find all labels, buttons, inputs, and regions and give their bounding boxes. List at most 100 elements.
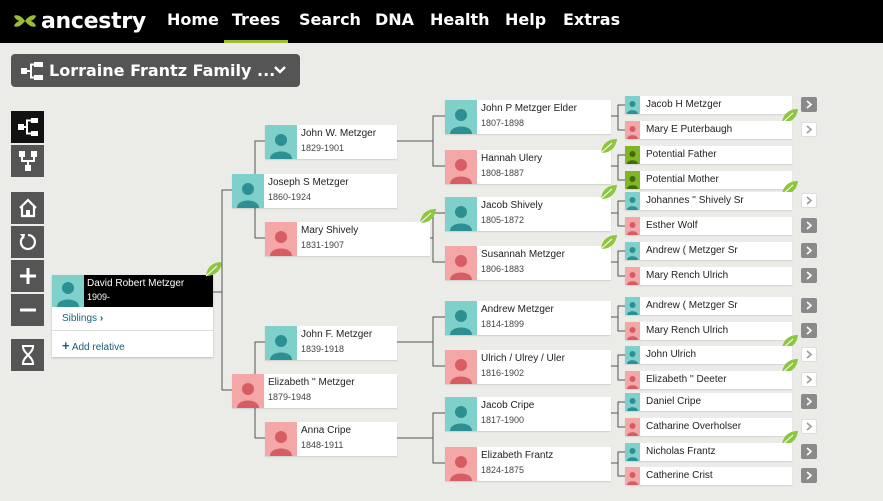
ancestor-name: Mary Rench Ulrich: [646, 270, 729, 281]
dna-button[interactable]: [11, 339, 44, 371]
nav-trees[interactable]: Trees: [224, 0, 288, 43]
family-view-button[interactable]: [11, 145, 44, 177]
person-card[interactable]: Elizabeth Frantz 1824-1875: [445, 447, 611, 481]
person-card[interactable]: Jacob Shively 1805-1872: [445, 197, 611, 231]
expand-arrow-button[interactable]: [801, 419, 817, 434]
nav-dna[interactable]: DNA: [375, 0, 414, 43]
ancestor-card[interactable]: Catherine Crist: [625, 467, 792, 485]
ancestor-card[interactable]: Andrew ( Metzger Sr: [625, 242, 792, 260]
female-silhouette-icon: [445, 150, 477, 184]
zoom-in-button[interactable]: [11, 260, 44, 292]
ancestor-card[interactable]: Catharine Overholser: [625, 418, 792, 436]
chevron-right-icon: [806, 326, 813, 335]
nav-extras[interactable]: Extras: [563, 0, 620, 43]
nav-help[interactable]: Help: [505, 0, 546, 43]
ancestry-logo[interactable]: ancestry: [12, 8, 146, 34]
ancestor-card[interactable]: Esther Wolf: [625, 217, 792, 235]
chevron-right-icon: [806, 350, 813, 359]
ancestor-card[interactable]: John Ulrich: [625, 346, 792, 364]
female-silhouette-icon: [445, 447, 477, 481]
expand-arrow-button[interactable]: [801, 323, 817, 338]
expand-arrow-button[interactable]: [801, 444, 817, 459]
chevron-right-icon: [806, 100, 813, 109]
female-silhouette-icon: [445, 246, 477, 280]
expand-arrow-button[interactable]: [801, 243, 817, 258]
person-card[interactable]: Hannah Ulery 1808-1887: [445, 150, 611, 184]
expand-arrow-button[interactable]: [801, 97, 817, 112]
person-card[interactable]: John F. Metzger 1839-1918: [265, 326, 397, 360]
male-silhouette-icon: [625, 393, 640, 411]
person-name: Andrew Metzger: [481, 304, 554, 315]
ancestor-name: Daniel Cripe: [646, 396, 702, 407]
person-dates: 1817-1900: [481, 415, 525, 425]
expand-arrow-button[interactable]: [801, 394, 817, 409]
expand-arrow-button[interactable]: [801, 298, 817, 313]
ancestor-card[interactable]: Mary Rench Ulrich: [625, 322, 792, 340]
ancestor-card[interactable]: Mary E Puterbaugh: [625, 121, 792, 139]
home-person-button[interactable]: [11, 192, 44, 224]
person-card[interactable]: Mary Shively 1831-1907: [265, 222, 430, 256]
hint-leaf-icon[interactable]: [600, 234, 618, 250]
ancestor-card[interactable]: Johannes '' Shively Sr: [625, 192, 792, 210]
nav-search[interactable]: Search: [299, 0, 361, 43]
potential-parent-card[interactable]: Potential Father: [625, 146, 792, 164]
male-silhouette-icon: [52, 275, 84, 307]
potential-parent-card[interactable]: Potential Mother: [625, 171, 792, 189]
person-card[interactable]: Andrew Metzger 1814-1899: [445, 301, 611, 335]
ancestor-card[interactable]: Nicholas Frantz: [625, 443, 792, 461]
person-dates: 1831-1907: [301, 240, 345, 250]
home-person-card[interactable]: David Robert Metzger 1909- Siblings › + …: [52, 275, 213, 357]
nav-health[interactable]: Health: [430, 0, 490, 43]
expand-arrow-button[interactable]: [801, 468, 817, 483]
person-card[interactable]: Joseph S Metzger 1860-1924: [232, 174, 397, 208]
ancestor-name: Potential Father: [646, 149, 717, 160]
person-card[interactable]: John W. Metzger 1829-1901: [265, 125, 397, 159]
person-dates: 1860-1924: [268, 192, 312, 202]
nav-home[interactable]: Home: [167, 0, 219, 43]
ancestor-card[interactable]: Mary Rench Ulrich: [625, 267, 792, 285]
ancestor-name: Jacob H Metzger: [646, 99, 722, 110]
hint-leaf-icon[interactable]: [205, 261, 223, 277]
add-relative-link[interactable]: + Add relative: [62, 338, 125, 353]
male-silhouette-icon: [445, 301, 477, 335]
female-silhouette-icon: [625, 371, 640, 389]
hint-leaf-icon[interactable]: [419, 208, 437, 224]
expand-arrow-button[interactable]: [801, 218, 817, 233]
person-dates: 1816-1902: [481, 368, 525, 378]
expand-arrow-button[interactable]: [801, 372, 817, 387]
tree-name: Lorraine Frantz Family ...: [49, 61, 276, 80]
ancestor-card[interactable]: Andrew ( Metzger Sr: [625, 297, 792, 315]
zoom-out-button[interactable]: [11, 294, 44, 326]
person-card[interactable]: Ulrich / Ulrey / Uler 1816-1902: [445, 350, 611, 384]
leaf-logo-icon: [14, 15, 36, 27]
expand-arrow-button[interactable]: [801, 347, 817, 362]
expand-arrow-button[interactable]: [801, 122, 817, 137]
person-card[interactable]: Susannah Metzger 1806-1883: [445, 246, 611, 280]
ancestor-name: Catharine Overholser: [646, 421, 742, 432]
reset-icon: [19, 233, 36, 251]
expand-arrow-button[interactable]: [801, 268, 817, 283]
person-card[interactable]: John P Metzger Elder 1807-1898: [445, 100, 611, 134]
dna-icon: [21, 345, 34, 365]
person-dates: 1814-1899: [481, 319, 525, 329]
person-card[interactable]: Jacob Cripe 1817-1900: [445, 397, 611, 431]
hint-leaf-icon[interactable]: [600, 138, 618, 154]
ancestor-card[interactable]: Jacob H Metzger: [625, 96, 792, 114]
person-card[interactable]: Anna Cripe 1848-1911: [265, 422, 397, 456]
expand-arrow-button[interactable]: [801, 193, 817, 208]
chevron-right-icon: [806, 125, 813, 134]
female-silhouette-icon: [232, 374, 264, 408]
siblings-link[interactable]: Siblings ›: [62, 313, 103, 324]
tree-selector-dropdown[interactable]: Lorraine Frantz Family ...: [11, 54, 300, 87]
male-silhouette-icon: [625, 346, 640, 364]
person-name: Elizabeth Frantz: [481, 450, 554, 461]
ancestor-name: Elizabeth '' Deeter: [646, 374, 727, 385]
person-card[interactable]: Elizabeth '' Metzger 1879-1948: [232, 374, 397, 408]
pedigree-view-button[interactable]: [11, 111, 44, 143]
ancestor-card[interactable]: Elizabeth '' Deeter: [625, 371, 792, 389]
hint-leaf-icon[interactable]: [600, 184, 618, 200]
ancestor-card[interactable]: Daniel Cripe: [625, 393, 792, 411]
reset-view-button[interactable]: [11, 226, 44, 258]
pedigree-icon: [17, 118, 38, 136]
chevron-right-icon: [806, 447, 813, 456]
